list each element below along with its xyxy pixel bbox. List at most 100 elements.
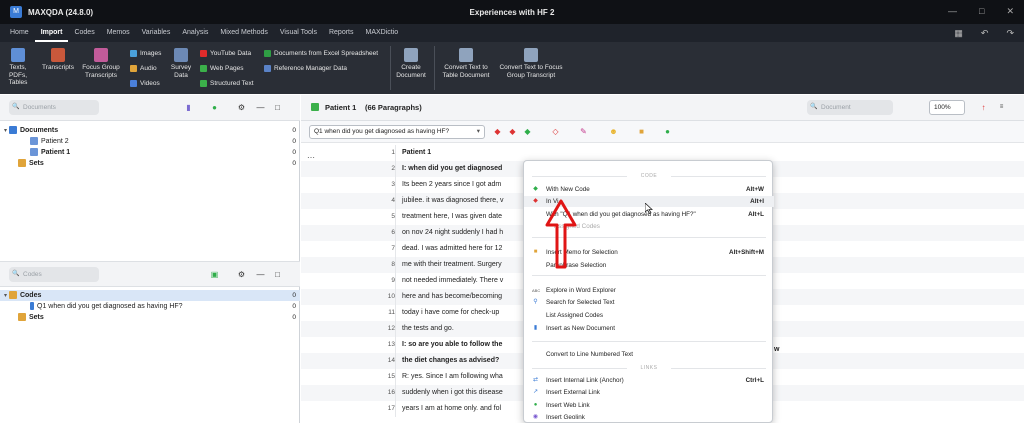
excel-spreadsheet-button[interactable]: Documents from Excel Spreadsheet	[264, 50, 378, 57]
layout-icon[interactable]: ▦	[954, 28, 963, 39]
document-system-header: Documents ▮ ● ⚙ — □	[0, 95, 300, 121]
maxqda-logo-icon: M	[10, 6, 22, 18]
code-icon[interactable]: ◆	[493, 127, 502, 136]
tab-codes[interactable]: Codes	[68, 24, 100, 42]
menu-item-convert-line-numbered[interactable]: Convert to Line Numbered Text	[524, 349, 774, 360]
web-pages-button[interactable]: Web Pages	[200, 65, 243, 72]
memo-icon: ■	[533, 249, 538, 255]
menu-item-web-link[interactable]: ● Insert Web Link	[524, 400, 774, 411]
survey-data-button[interactable]: Survey Data	[168, 48, 194, 79]
tab-maxdictio[interactable]: MAXDictio	[360, 24, 405, 42]
menu-item-insert-new-document[interactable]: ▮ Insert as New Document	[524, 323, 774, 334]
tab-import[interactable]: Import	[34, 24, 69, 42]
texts-pdfs-tables-button[interactable]: Texts, PDFs, Tables	[2, 48, 34, 87]
menu-item-internal-link[interactable]: ⇄ Insert Internal Link (Anchor) Ctrl+L	[524, 375, 774, 386]
new-document-icon[interactable]: ▮	[184, 103, 193, 112]
code-in-vivo-icon[interactable]: ◆	[523, 127, 532, 136]
settings-gear-icon[interactable]: ⚙	[237, 270, 246, 279]
line-number: 10	[387, 293, 395, 300]
tree-item-documents[interactable]: ▾ Documents 0	[0, 125, 300, 136]
memo-icon[interactable]: ■	[637, 127, 646, 136]
tab-reports[interactable]: Reports	[323, 24, 360, 42]
collapse-icon[interactable]: ▾	[4, 128, 7, 134]
add-icon[interactable]: ●	[210, 103, 219, 112]
code-new-icon[interactable]: ◆	[508, 127, 517, 136]
document-search-input[interactable]: Document	[807, 100, 893, 115]
minimize-pane-icon[interactable]: —	[256, 103, 265, 112]
tree-label: Sets	[29, 314, 44, 321]
link-icon[interactable]: ●	[663, 127, 672, 136]
document-line[interactable]: 1 Patient 1	[301, 145, 1024, 161]
structured-text-label: Structured Text	[210, 80, 254, 87]
document-icon	[30, 137, 38, 146]
youtube-data-button[interactable]: YouTube Data	[200, 50, 251, 57]
transcripts-label: Transcripts	[42, 64, 74, 71]
maximize-pane-icon[interactable]: □	[273, 103, 282, 112]
new-code-icon[interactable]: ▣	[210, 270, 219, 279]
line-number: 16	[387, 389, 395, 396]
tab-memos[interactable]: Memos	[101, 24, 136, 42]
images-button[interactable]: Images	[130, 50, 161, 57]
create-document-button[interactable]: Create Document	[394, 48, 428, 79]
coding-stripe-gutter	[395, 145, 396, 161]
zoom-select[interactable]: 100%	[929, 100, 965, 115]
line-text: on nov 24 night suddenly I had h	[402, 229, 504, 236]
maximize-icon[interactable]: □	[979, 6, 984, 17]
minimize-icon[interactable]: —	[948, 6, 957, 17]
export-icon[interactable]: ↑	[979, 103, 988, 112]
uncode-icon[interactable]: ◇	[551, 127, 560, 136]
images-icon	[130, 50, 137, 57]
audio-button[interactable]: Audio	[130, 65, 157, 72]
transcripts-button[interactable]: Transcripts	[40, 48, 76, 72]
focus-group-transcripts-button[interactable]: Focus Group Transcripts	[80, 48, 122, 79]
coding-stripe-gutter	[395, 305, 396, 321]
line-text: dead. I was admitted here for 12	[402, 245, 503, 252]
tree-item-q1[interactable]: Q1 when did you get diagnosed as having …	[0, 301, 300, 312]
menu-item-word-explorer[interactable]: ABC Explore in Word Explorer	[524, 285, 774, 296]
settings-gear-icon[interactable]: ⚙	[237, 103, 246, 112]
codes-search-input[interactable]: Codes	[9, 267, 99, 282]
quick-code-selector[interactable]: Q1 when did you get diagnosed as having …	[309, 125, 485, 139]
emoticode-icon[interactable]: ☻	[609, 127, 618, 136]
spellcheck-icon[interactable]: ≡	[997, 103, 1006, 112]
menu-item-search-selected[interactable]: ⚲ Search for Selected Text	[524, 297, 774, 308]
redo-icon[interactable]: ↷	[1006, 28, 1014, 39]
convert-to-table-button[interactable]: Convert Text to Table Document	[438, 48, 494, 79]
highlight-pen-icon[interactable]: ✎	[579, 127, 588, 136]
structured-text-button[interactable]: Structured Text	[200, 80, 254, 87]
collapse-icon[interactable]: ▾	[4, 293, 7, 299]
tree-item-patient-2[interactable]: Patient 2 0	[0, 136, 300, 147]
tab-mixed-methods[interactable]: Mixed Methods	[214, 24, 273, 42]
maximize-pane-icon[interactable]: □	[273, 270, 282, 279]
close-icon[interactable]: ✕	[1006, 6, 1014, 17]
tree-item-codes[interactable]: ▾ Codes 0	[0, 290, 300, 301]
videos-button[interactable]: Videos	[130, 80, 160, 87]
minimize-pane-icon[interactable]: —	[256, 270, 265, 279]
focus-group-label: Focus Group Transcripts	[82, 64, 120, 79]
menu-separator	[532, 341, 766, 342]
menu-item-geolink[interactable]: ◉ Insert Geolink	[524, 412, 774, 423]
tab-variables[interactable]: Variables	[136, 24, 177, 42]
tab-visual-tools[interactable]: Visual Tools	[274, 24, 323, 42]
line-text: I: when did you get diagnosed	[402, 165, 503, 172]
edit-document-icon[interactable]	[311, 103, 319, 111]
menu-item-with-new-code[interactable]: ◆ With New Code Alt+W	[524, 184, 774, 195]
reference-manager-button[interactable]: Reference Manager Data	[264, 65, 347, 72]
tree-item-patient-1[interactable]: Patient 1 0	[0, 147, 300, 158]
undo-icon[interactable]: ↶	[981, 28, 989, 39]
line-text: Its been 2 years since I got adm	[402, 181, 502, 188]
tree-item-code-sets[interactable]: Sets 0	[0, 312, 300, 323]
menu-item-label: Insert Internal Link (Anchor)	[546, 377, 624, 384]
tab-analysis[interactable]: Analysis	[176, 24, 214, 42]
documents-search-input[interactable]: Documents	[9, 100, 99, 115]
convert-to-focus-group-button[interactable]: Convert Text to Focus Group Transcript	[498, 48, 564, 79]
menu-item-external-link[interactable]: ↗ Insert External Link	[524, 387, 774, 398]
tab-home[interactable]: Home	[4, 24, 35, 42]
menu-item-list-assigned-codes[interactable]: List Assigned Codes	[524, 310, 774, 321]
tree-count: 0	[292, 149, 296, 156]
document-title: Patient 1	[325, 103, 357, 112]
menu-item-label: With New Code	[546, 186, 590, 193]
tree-item-sets[interactable]: Sets 0	[0, 158, 300, 169]
line-text: treatment here, I was given date	[402, 213, 502, 220]
reference-manager-label: Reference Manager Data	[274, 65, 347, 72]
